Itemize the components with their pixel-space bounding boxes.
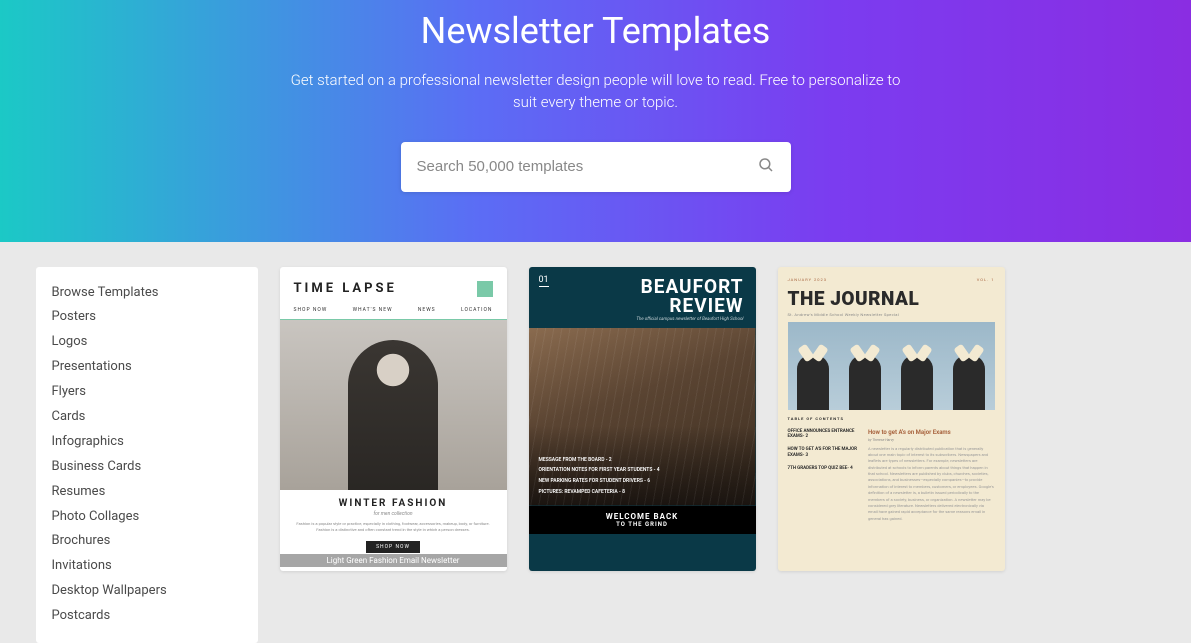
toc-line: MESSAGE FROM THE BOARD - 2 <box>539 457 660 465</box>
template-date: JANUARY 2023 <box>788 277 828 282</box>
template-card[interactable]: TIME LAPSE SHOP NOW WHAT'S NEW NEWS LOCATIO… <box>280 267 507 571</box>
toc-heading: TABLE OF CONTENTS <box>788 416 995 421</box>
hero-section: Newsletter Templates Get started on a pr… <box>0 0 1191 242</box>
template-title: BEAUFORTREVIEW <box>529 267 756 317</box>
sidebar-item[interactable]: Infographics <box>52 430 242 455</box>
template-card[interactable]: JANUARY 2023 VOL. 1 THE JOURNAL St. Andr… <box>778 267 1005 571</box>
template-volume: VOL. 1 <box>977 277 995 282</box>
nav-link: LOCATION <box>461 307 493 313</box>
template-nav: SHOP NOW WHAT'S NEW NEWS LOCATION <box>280 303 507 320</box>
template-sub: for men collection <box>292 511 495 517</box>
template-sub: The official campus newsletter of Beaufo… <box>529 317 756 328</box>
sidebar-item[interactable]: Postcards <box>52 604 242 629</box>
toc-item: OFFICE ANNOUNCES ENTRANCE EXAMS- 2 <box>788 429 860 441</box>
sidebar-item[interactable]: Cards <box>52 405 242 430</box>
sidebar-item[interactable]: Presentations <box>52 355 242 380</box>
nav-link: WHAT'S NEW <box>353 307 393 313</box>
template-grid: TIME LAPSE SHOP NOW WHAT'S NEW NEWS LOCATIO… <box>280 267 1156 571</box>
sidebar-item[interactable]: Flyers <box>52 380 242 405</box>
brand-badge-icon <box>477 281 493 297</box>
template-title: THE JOURNAL <box>788 287 995 310</box>
toc-line: NEW PARKING RATES FOR STUDENT DRIVERS - … <box>539 478 660 486</box>
search-icon <box>757 156 775 178</box>
template-desc: Fashion is a popular style or practice, … <box>292 521 495 533</box>
sidebar-item[interactable]: Photo Collages <box>52 505 242 530</box>
sidebar-item[interactable]: Desktop Wallpapers <box>52 579 242 604</box>
template-card[interactable]: 01 BEAUFORTREVIEW The official campus ne… <box>529 267 756 571</box>
template-footer: WELCOME BACK TO THE GRIND <box>529 506 756 534</box>
toc-item: HOW TO GET A'S FOR THE MAJOR EXAMS- 3 <box>788 447 860 459</box>
toc-list: OFFICE ANNOUNCES ENTRANCE EXAMS- 2 HOW TO… <box>788 429 860 523</box>
nav-link: NEWS <box>418 307 436 313</box>
sidebar-item[interactable]: Business Cards <box>52 455 242 480</box>
sidebar-item[interactable]: Posters <box>52 305 242 330</box>
article-title: How to get A's on Major Exams <box>868 429 995 436</box>
template-image: MESSAGE FROM THE BOARD - 2 ORIENTATION NO… <box>529 328 756 506</box>
template-image <box>788 322 995 410</box>
main-content: Browse TemplatesPostersLogosPresentation… <box>36 242 1156 643</box>
page-title: Newsletter Templates <box>20 10 1171 52</box>
sidebar-item[interactable]: Resumes <box>52 480 242 505</box>
template-toc: MESSAGE FROM THE BOARD - 2 ORIENTATION NO… <box>539 457 660 500</box>
sidebar-item[interactable]: Brochures <box>52 529 242 554</box>
toc-line: PICTURES: REVAMPED CAFETERIA - 8 <box>539 489 660 497</box>
template-headline: WINTER FASHION <box>292 498 495 509</box>
category-sidebar: Browse TemplatesPostersLogosPresentation… <box>36 267 258 643</box>
article-byline: by Therese Harvy <box>868 438 995 442</box>
template-cta: SHOP NOW <box>366 541 420 553</box>
toc-line: ORIENTATION NOTES FOR FIRST YEAR STUDENT… <box>539 467 660 475</box>
search-box[interactable] <box>401 142 791 192</box>
sidebar-item[interactable]: Logos <box>52 330 242 355</box>
page-subtitle: Get started on a professional newsletter… <box>286 70 906 114</box>
issue-number: 01 <box>539 275 549 287</box>
template-image <box>280 320 507 490</box>
template-brand: TIME LAPSE <box>294 281 397 296</box>
nav-link: SHOP NOW <box>294 307 328 313</box>
search-input[interactable] <box>417 158 757 175</box>
toc-item: 7TH GRADERS TOP QUIZ BEE- 4 <box>788 466 860 472</box>
template-caption: Light Green Fashion Email Newsletter <box>280 554 507 567</box>
article-body: A newsletter is a regularly distributed … <box>868 446 995 523</box>
sidebar-item[interactable]: Invitations <box>52 554 242 579</box>
sidebar-item[interactable]: Browse Templates <box>52 281 242 306</box>
template-sub: St. Andrew's Middle School Weekly Newsle… <box>788 312 995 317</box>
